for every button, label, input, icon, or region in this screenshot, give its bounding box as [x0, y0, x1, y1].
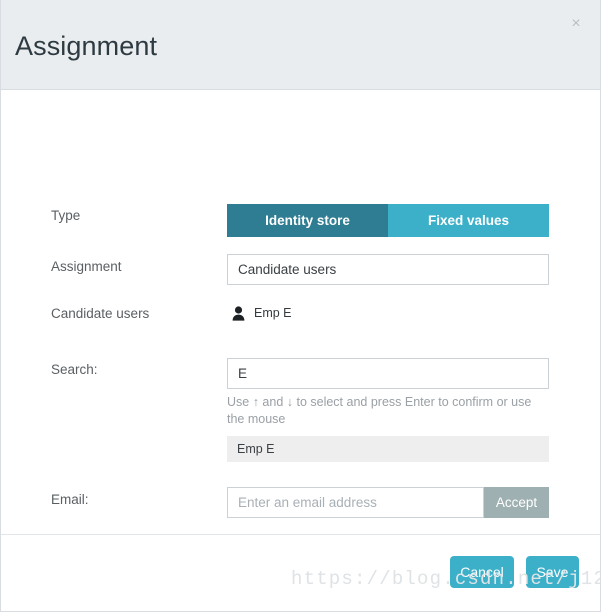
candidate-user-entry: Emp E — [232, 305, 292, 321]
save-button[interactable]: Save — [526, 556, 579, 588]
type-option-identity-store[interactable]: Identity store — [227, 204, 388, 237]
search-help-text: Use ↑ and ↓ to select and press Enter to… — [227, 395, 532, 426]
cancel-button[interactable]: Cancel — [450, 556, 514, 588]
type-option-fixed-values[interactable]: Fixed values — [388, 204, 549, 237]
user-icon — [232, 306, 245, 321]
dialog-body: Type Identity store Fixed values Assignm… — [1, 90, 600, 567]
candidate-user-name: Emp E — [254, 305, 292, 320]
dialog-footer: Cancel Save — [1, 534, 600, 611]
assignment-input[interactable] — [227, 254, 549, 285]
type-label: Type — [51, 208, 81, 223]
search-input[interactable] — [227, 358, 549, 389]
assignment-label: Assignment — [51, 259, 122, 274]
type-toggle-group: Identity store Fixed values — [227, 204, 549, 237]
dialog-title: Assignment — [15, 31, 158, 61]
dialog-header: Assignment × — [1, 0, 600, 90]
candidate-users-label: Candidate users — [51, 306, 150, 321]
search-suggestion-item[interactable]: Emp E — [227, 436, 549, 462]
email-input[interactable] — [227, 487, 484, 518]
email-label: Email: — [51, 492, 89, 507]
search-label: Search: — [51, 362, 98, 377]
search-suggestion-list: Emp E — [227, 436, 549, 462]
close-icon[interactable]: × — [566, 14, 586, 34]
assignment-dialog: Assignment × Type Identity store Fixed v… — [0, 0, 601, 612]
accept-button[interactable]: Accept — [484, 487, 549, 518]
